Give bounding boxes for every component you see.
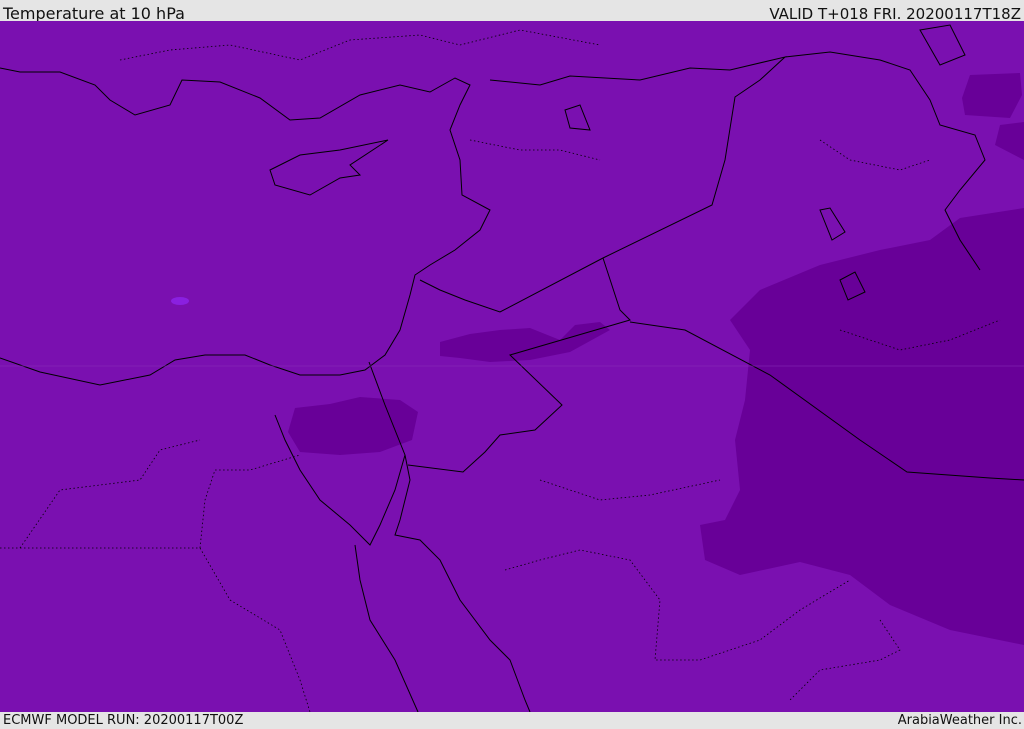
warm-spot <box>171 297 189 305</box>
weather-map <box>0 21 1024 712</box>
footer-bar: ECMWF MODEL RUN: 20200117T00Z ArabiaWeat… <box>0 712 1024 729</box>
cold-region-iran-north <box>962 73 1022 118</box>
header-bar: Temperature at 10 hPa VALID T+018 FRI. 2… <box>0 0 1024 23</box>
credit: ArabiaWeather Inc. <box>897 713 1022 728</box>
model-run: ECMWF MODEL RUN: 20200117T00Z <box>3 713 244 728</box>
